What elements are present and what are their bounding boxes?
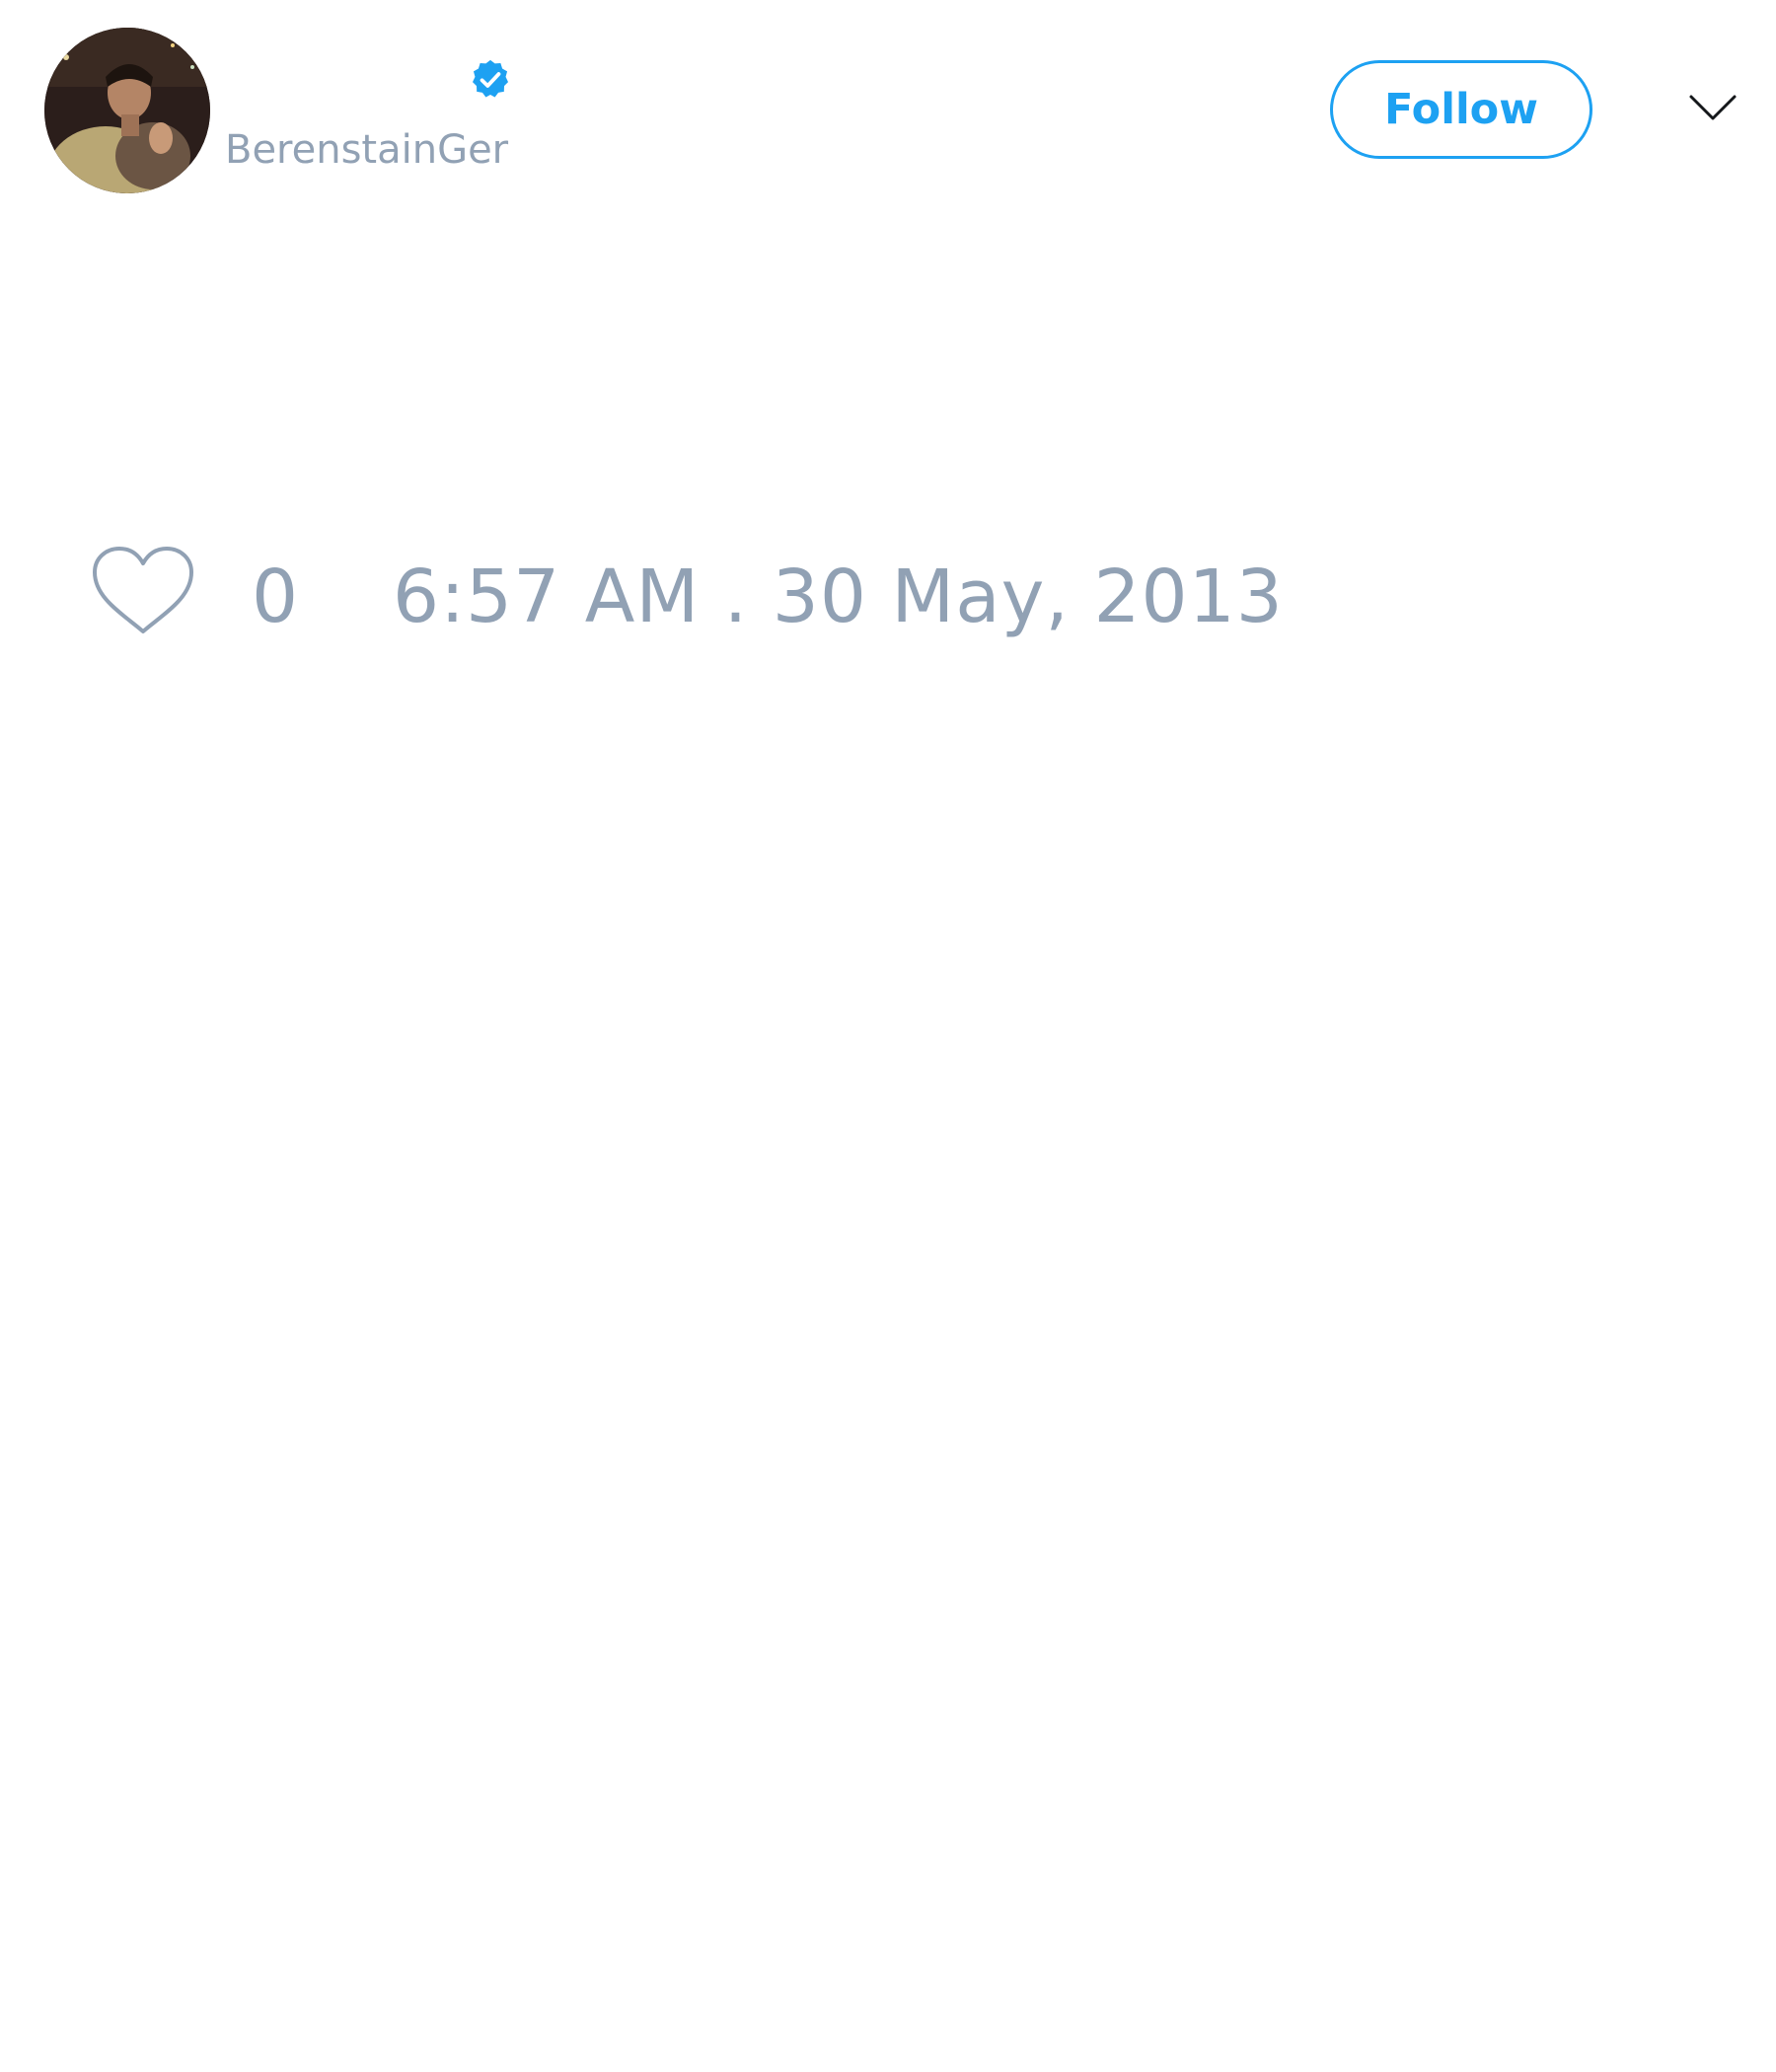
avatar[interactable] bbox=[44, 28, 210, 193]
verified-badge-icon bbox=[472, 59, 509, 98]
tweet-timestamp[interactable]: 6:57 AM . 30 May, 2013 bbox=[393, 555, 1284, 639]
like-count: 0 bbox=[252, 555, 299, 639]
heart-icon[interactable] bbox=[89, 543, 197, 641]
follow-button[interactable]: Follow bbox=[1330, 60, 1592, 159]
username[interactable]: BerenstainGer bbox=[225, 126, 508, 174]
avatar-photo bbox=[44, 28, 210, 193]
tweet-actions: 0 6:57 AM . 30 May, 2013 bbox=[0, 533, 1776, 651]
chevron-down-icon[interactable] bbox=[1687, 89, 1739, 128]
tweet-header: BerenstainGer Follow bbox=[0, 0, 1776, 217]
